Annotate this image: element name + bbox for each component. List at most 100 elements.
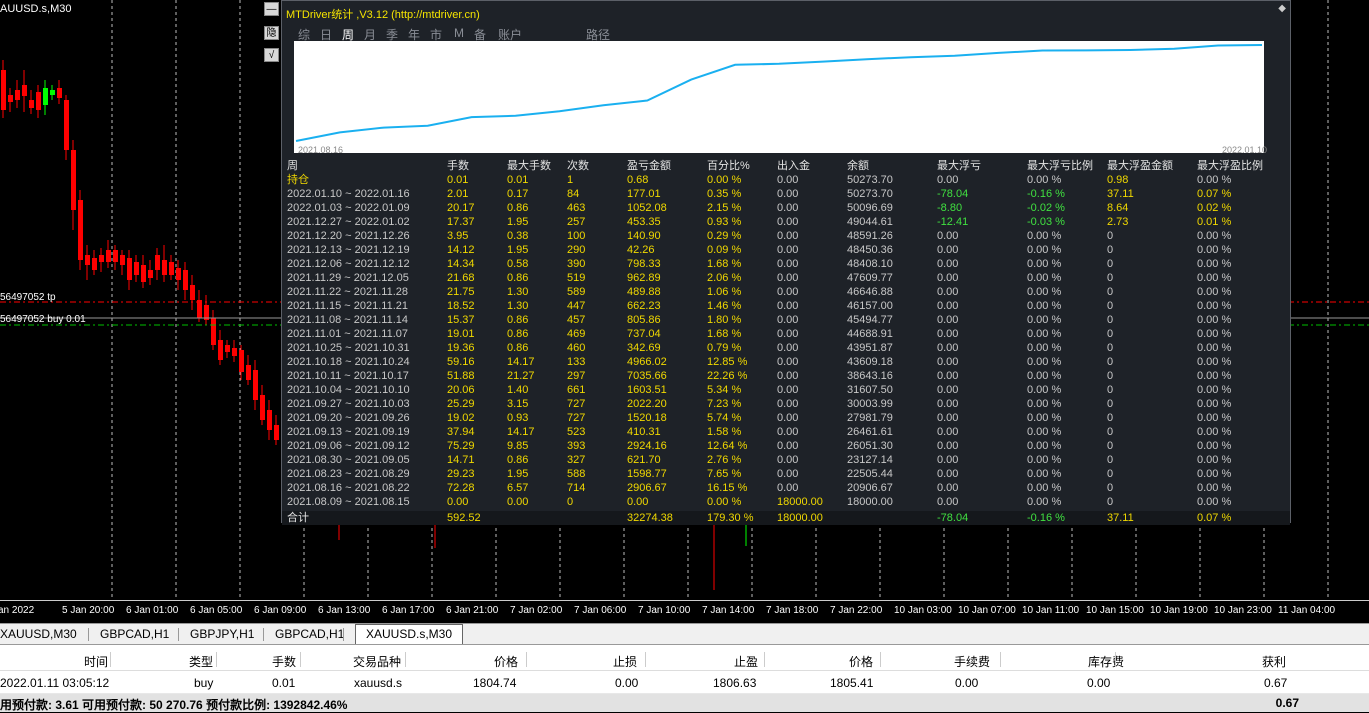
column-separator	[764, 652, 765, 667]
table-cell: 0.93	[507, 412, 529, 424]
table-cell: 1.30	[507, 300, 529, 312]
terminal-cell: 2022.01.11 03:05:12	[0, 676, 110, 690]
table-cell: 26051.30	[847, 440, 893, 452]
table-cell: 0.00 %	[1197, 426, 1232, 438]
table-cell: 0.86	[507, 202, 529, 214]
table-cell: 最大浮亏比例	[1027, 160, 1093, 172]
account-summary: 用预付款: 3.61 可用预付款: 50 270.76 预付款比例: 13928…	[0, 694, 1369, 712]
terminal-column-header[interactable]: 类型	[189, 653, 213, 670]
table-cell: 2021.11.29 ~ 2021.12.05	[287, 272, 409, 284]
time-tick-label: 10 Jan 23:00	[1214, 605, 1272, 616]
table-cell: 0.86	[507, 342, 529, 354]
table-cell: 0.01	[507, 174, 529, 186]
table-cell: 0	[1107, 426, 1114, 438]
chart-tab-0[interactable]: XAUUSD,M30	[0, 627, 77, 641]
table-cell: 6.57	[507, 482, 529, 494]
table-cell: 1.95	[507, 244, 529, 256]
table-cell: 962.89	[627, 272, 661, 284]
terminal-column-header[interactable]: 交易品种	[353, 653, 401, 670]
table-cell: 1.30	[507, 286, 529, 298]
table-cell: 1.95	[507, 468, 529, 480]
candle-body	[232, 348, 237, 356]
table-cell: 0.29 %	[707, 230, 742, 242]
terminal-column-header[interactable]: 价格	[849, 653, 873, 670]
terminal-column-header[interactable]: 手续费	[954, 653, 990, 670]
table-cell: 1.80 %	[707, 314, 742, 326]
table-cell: 0.01	[447, 174, 469, 186]
candle-body	[260, 395, 265, 420]
table-cell: 0.00	[937, 286, 959, 298]
candle-body	[246, 365, 251, 380]
terminal-column-header[interactable]: 止损	[613, 653, 637, 670]
table-cell: 25.29	[447, 398, 475, 410]
table-cell: 0.00	[937, 426, 959, 438]
table-cell: 0.00	[937, 496, 959, 508]
table-cell: 22505.44	[847, 468, 893, 480]
terminal-column-header[interactable]: 库存费	[1088, 653, 1124, 670]
tab-7[interactable]: M	[454, 26, 464, 40]
equity-curve-chart	[294, 41, 1264, 153]
chart-tab-3[interactable]: GBPCAD,H1	[275, 627, 344, 641]
table-cell: 0.17	[507, 188, 529, 200]
table-cell: 0.00	[777, 398, 799, 410]
trade-terminal: 时间 类型 手数 交易品种 价格 止损 止盈 价格 手续费 库存费 获利 2022.01.11 03…	[0, 645, 1369, 712]
table-cell: 26461.61	[847, 426, 893, 438]
table-row: 2021.08.30 ~ 2021.09.05 14.71 0.86 327 621.7…	[282, 453, 1290, 467]
table-cell: 0	[1107, 314, 1114, 326]
time-tick-label: 10 Jan 15:00	[1086, 605, 1144, 616]
terminal-cell: 0.00	[615, 676, 639, 690]
table-cell: -0.16 %	[1027, 188, 1065, 200]
table-cell: 0.00 %	[1027, 426, 1062, 438]
table-cell: 0	[1107, 384, 1114, 396]
table-row: 持仓 0.01 0.01 1 0.68 0.00 % 0.00 50273.70 0.00 0.0…	[282, 173, 1290, 187]
chart-tab-4[interactable]: XAUUSD.s,M30	[355, 624, 464, 644]
terminal-column-header[interactable]: 手数	[272, 653, 296, 670]
table-cell: 14.17	[507, 356, 535, 368]
table-cell: 0.00	[777, 342, 799, 354]
table-cell: 出入金	[777, 160, 810, 172]
table-cell: 18.52	[447, 300, 475, 312]
terminal-column-header[interactable]: 价格	[494, 653, 518, 670]
table-cell: 14.34	[447, 258, 475, 270]
table-row[interactable]: 2022.01.11 03:05:12 buy 0.01 xauusd.s 1804.7…	[0, 671, 1369, 694]
minimize-panel-button[interactable]: —	[264, 2, 279, 16]
candle-body	[148, 270, 153, 278]
table-cell: 0.00 %	[1027, 300, 1062, 312]
panel-menu-icon[interactable]: ◆	[1278, 3, 1286, 14]
table-cell: 0.00 %	[1027, 258, 1062, 270]
table-row: 2021.11.08 ~ 2021.11.14 15.37 0.86 457 805.8…	[282, 313, 1290, 327]
table-cell: 20.17	[447, 202, 475, 214]
table-cell: 0.00	[777, 328, 799, 340]
table-cell: 0.98	[1107, 174, 1129, 186]
chart-tab-2[interactable]: GBPJPY,H1	[190, 627, 254, 641]
table-cell: 持仓	[287, 174, 309, 186]
hide-panel-button[interactable]: 隐	[264, 26, 279, 40]
table-cell: -78.04	[937, 512, 969, 524]
terminal-column-header[interactable]: 时间	[84, 653, 108, 670]
terminal-column-header[interactable]: 止盈	[734, 653, 758, 670]
table-cell: 48408.10	[847, 258, 893, 270]
order-buy-label: 56497052 buy 0.01	[0, 314, 86, 325]
mtdriver-stats-panel[interactable]: MTDriver统计 ,V3.12 (http://mtdriver.cn) ◆…	[281, 0, 1291, 525]
table-cell: 0.00 %	[1197, 468, 1232, 480]
table-cell: 18000.00	[777, 512, 823, 524]
table-cell: 0.00	[777, 412, 799, 424]
table-cell: 519	[567, 272, 586, 284]
time-tick-label: 7 Jan 22:00	[830, 605, 883, 616]
table-cell: 0.00 %	[1197, 398, 1232, 410]
table-cell: 0.86	[507, 314, 529, 326]
time-tick-label: 7 Jan 18:00	[766, 605, 819, 616]
chart-tab-1[interactable]: GBPCAD,H1	[100, 627, 169, 641]
terminal-cell: 0.00	[1087, 676, 1111, 690]
table-cell: 49044.61	[847, 216, 893, 228]
terminal-cell: 1804.74	[473, 676, 517, 690]
table-cell: 2.15 %	[707, 202, 742, 214]
table-cell: 46646.88	[847, 286, 893, 298]
check-panel-button[interactable]: √	[264, 48, 279, 62]
table-cell: 18000.00	[847, 496, 893, 508]
table-row: 2022.01.03 ~ 2022.01.09 20.17 0.86 463 1052.…	[282, 201, 1290, 215]
terminal-column-header[interactable]: 获利	[1262, 653, 1286, 670]
candle-body	[211, 318, 216, 345]
table-cell: 百分比%	[707, 160, 750, 172]
table-cell: 1598.77	[627, 468, 667, 480]
